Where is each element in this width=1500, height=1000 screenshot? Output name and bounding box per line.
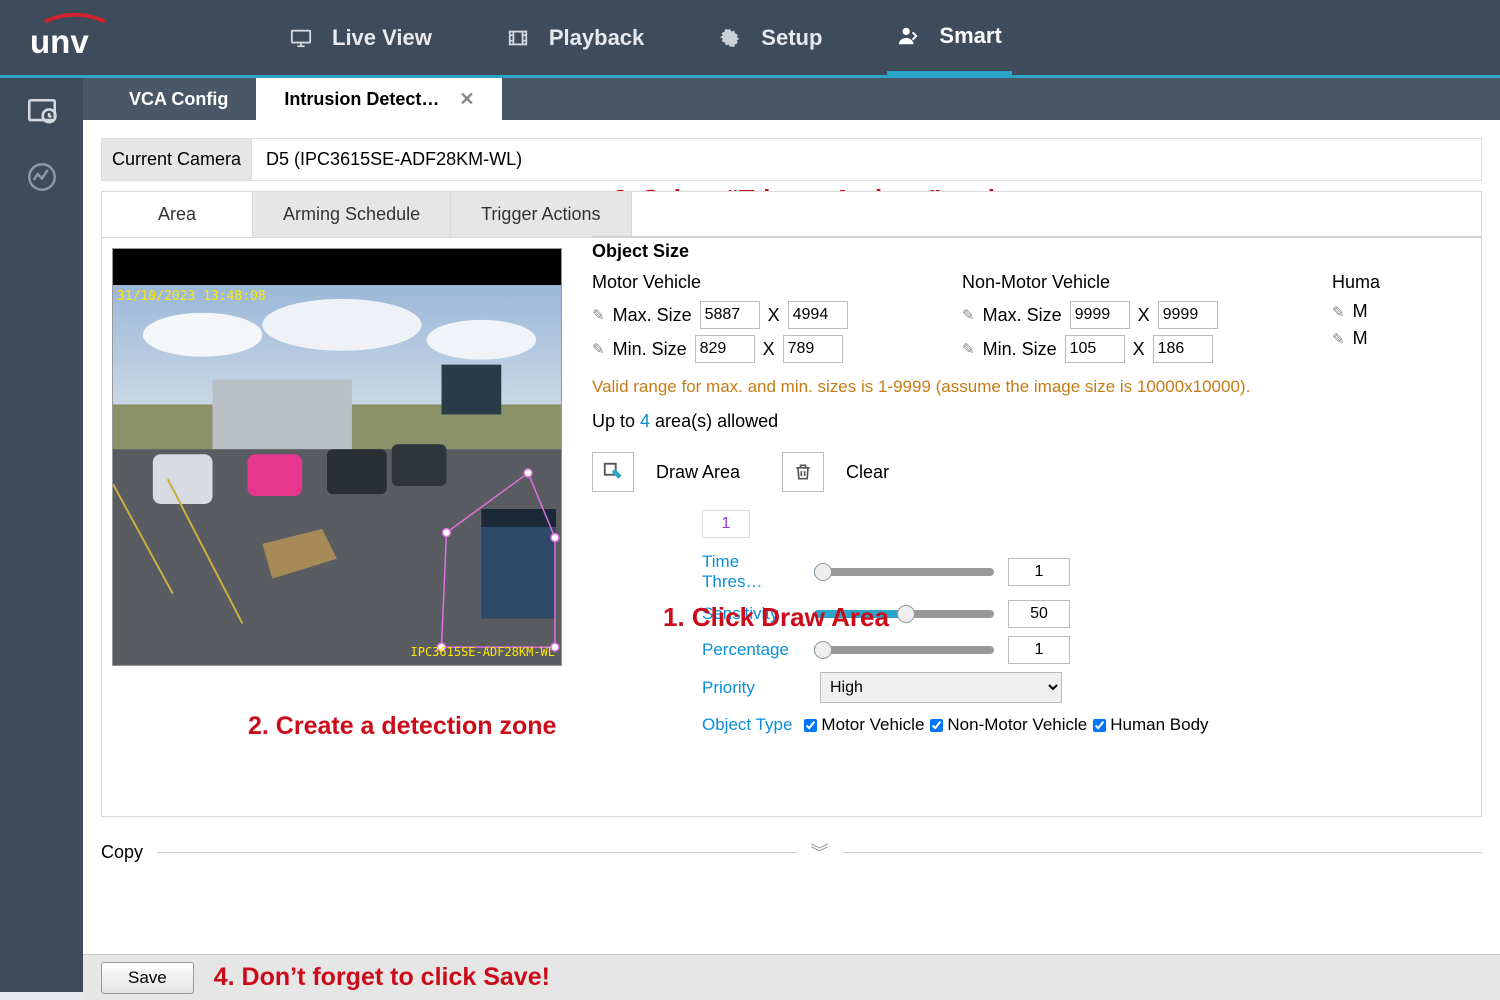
analytics-icon[interactable] (25, 160, 59, 194)
pencil-icon[interactable]: ✎ (962, 340, 975, 358)
nonmotor-min-w[interactable] (1065, 335, 1125, 363)
motor-max-h[interactable] (788, 301, 848, 329)
settings-pane: Object Size Motor Vehicle ✎Max. SizeX ✎M… (592, 236, 1481, 735)
time-threshold-value[interactable] (1008, 558, 1070, 586)
nonmotor-min-h[interactable] (1153, 335, 1213, 363)
bottom-bar: Save 4. Don’t forget to click Save! (83, 954, 1500, 1000)
tab-vca-config[interactable]: VCA Config (101, 78, 256, 120)
pencil-icon[interactable]: ✎ (1332, 330, 1345, 348)
camera-label: Current Camera (101, 138, 252, 181)
nav-label: Playback (549, 25, 644, 51)
time-threshold-row: Time Thres… (702, 552, 1481, 592)
object-type-row: Object Type Motor Vehicle Non-Motor Vehi… (702, 715, 1481, 735)
clear-label: Clear (846, 462, 889, 483)
monitor-icon (290, 27, 312, 49)
chk-human[interactable]: Human Body (1093, 715, 1208, 735)
nav-label: Live View (332, 25, 432, 51)
priority-row: Priority High (702, 672, 1481, 703)
tab-strip: VCA Config Intrusion Detect… ✕ (83, 78, 1500, 120)
pencil-icon[interactable]: ✎ (592, 340, 605, 358)
video-timestamp: 31/10/2023 13:48:08 (117, 289, 266, 304)
top-nav: unv Live View Playback Setup Smart (0, 0, 1500, 78)
vca-config-icon[interactable] (25, 96, 59, 130)
human-size: Huma ✎M ✎M (1332, 272, 1392, 369)
percentage-value[interactable] (1008, 636, 1070, 664)
subtab-arming-schedule[interactable]: Arming Schedule (253, 192, 451, 237)
divider (157, 852, 796, 853)
nonmotor-vehicle-size: Non-Motor Vehicle ✎Max. SizeX ✎Min. Size… (962, 272, 1292, 369)
nonmotor-max-h[interactable] (1158, 301, 1218, 329)
chk-nonmotor[interactable]: Non-Motor Vehicle (930, 715, 1087, 735)
nonmotor-max-w[interactable] (1070, 301, 1130, 329)
draw-area-label: Draw Area (656, 462, 740, 483)
annotation-step-4: 4. Don’t forget to click Save! (214, 963, 550, 992)
brand-logo: unv (0, 13, 280, 63)
percentage-row: Percentage (702, 636, 1481, 664)
nav-setup[interactable]: Setup (709, 3, 832, 73)
size-hint: Valid range for max. and min. sizes is 1… (592, 377, 1481, 397)
draw-area-button[interactable] (592, 452, 634, 492)
clear-button[interactable] (782, 452, 824, 492)
save-button[interactable]: Save (101, 962, 194, 994)
copy-label: Copy (101, 842, 143, 863)
video-preview[interactable]: 31/10/2023 13:48:08 IPC3615SE-ADF28KM-WL (112, 248, 562, 666)
nav-playback[interactable]: Playback (497, 3, 654, 73)
percentage-slider[interactable] (814, 646, 994, 654)
priority-select[interactable]: High (820, 672, 1062, 703)
max-size-label: Max. Size (613, 305, 692, 326)
pencil-icon[interactable]: ✎ (592, 306, 605, 324)
page-body: Current Camera D5 (IPC3615SE-ADF28KM-WL)… (83, 120, 1500, 992)
motor-min-h[interactable] (783, 335, 843, 363)
subtab-trigger-actions[interactable]: Trigger Actions (451, 192, 631, 237)
subtab-area[interactable]: Area (102, 192, 253, 237)
camera-selector[interactable]: Current Camera D5 (IPC3615SE-ADF28KM-WL) (101, 138, 1482, 181)
annotation-step-2: 2. Create a detection zone (248, 712, 556, 741)
nav-live-view[interactable]: Live View (280, 3, 442, 73)
tab-label: Intrusion Detect… (284, 89, 439, 110)
video-camera-name: IPC3615SE-ADF28KM-WL (411, 645, 556, 659)
person-icon (897, 25, 919, 47)
nav-smart[interactable]: Smart (887, 1, 1011, 75)
sensitivity-value[interactable] (1008, 600, 1070, 628)
tab-intrusion-detect[interactable]: Intrusion Detect… ✕ (256, 78, 502, 120)
motor-min-w[interactable] (695, 335, 755, 363)
nav-label: Smart (939, 23, 1001, 49)
chevron-down-icon[interactable]: ︾ (811, 839, 829, 865)
tab-label: VCA Config (129, 89, 228, 110)
col-title: Motor Vehicle (592, 272, 922, 293)
gear-icon (719, 27, 741, 49)
pencil-icon[interactable]: ✎ (962, 306, 975, 324)
nav-label: Setup (761, 25, 822, 51)
chk-motor[interactable]: Motor Vehicle (804, 715, 924, 735)
col-title: Non-Motor Vehicle (962, 272, 1292, 293)
copy-row[interactable]: Copy ︾ (101, 839, 1482, 865)
close-icon[interactable]: ✕ (459, 89, 474, 110)
film-icon (507, 27, 529, 49)
divider (843, 852, 1482, 853)
svg-text:unv: unv (30, 23, 89, 60)
motor-max-w[interactable] (700, 301, 760, 329)
motor-vehicle-size: Motor Vehicle ✎Max. SizeX ✎Min. SizeX (592, 272, 922, 369)
col-title: Huma (1332, 272, 1392, 293)
object-size-title: Object Size (592, 236, 1481, 262)
pencil-icon[interactable]: ✎ (1332, 303, 1345, 321)
area-tab-1[interactable]: 1 (702, 510, 750, 538)
camera-value: D5 (IPC3615SE-ADF28KM-WL) (252, 138, 1482, 181)
min-size-label: Min. Size (613, 339, 687, 360)
left-sidebar (0, 78, 83, 992)
time-threshold-slider[interactable] (814, 568, 994, 576)
areas-allowed: Up to 4 area(s) allowed (592, 411, 1481, 432)
annotation-step-1: 1. Click Draw Area (663, 602, 889, 633)
